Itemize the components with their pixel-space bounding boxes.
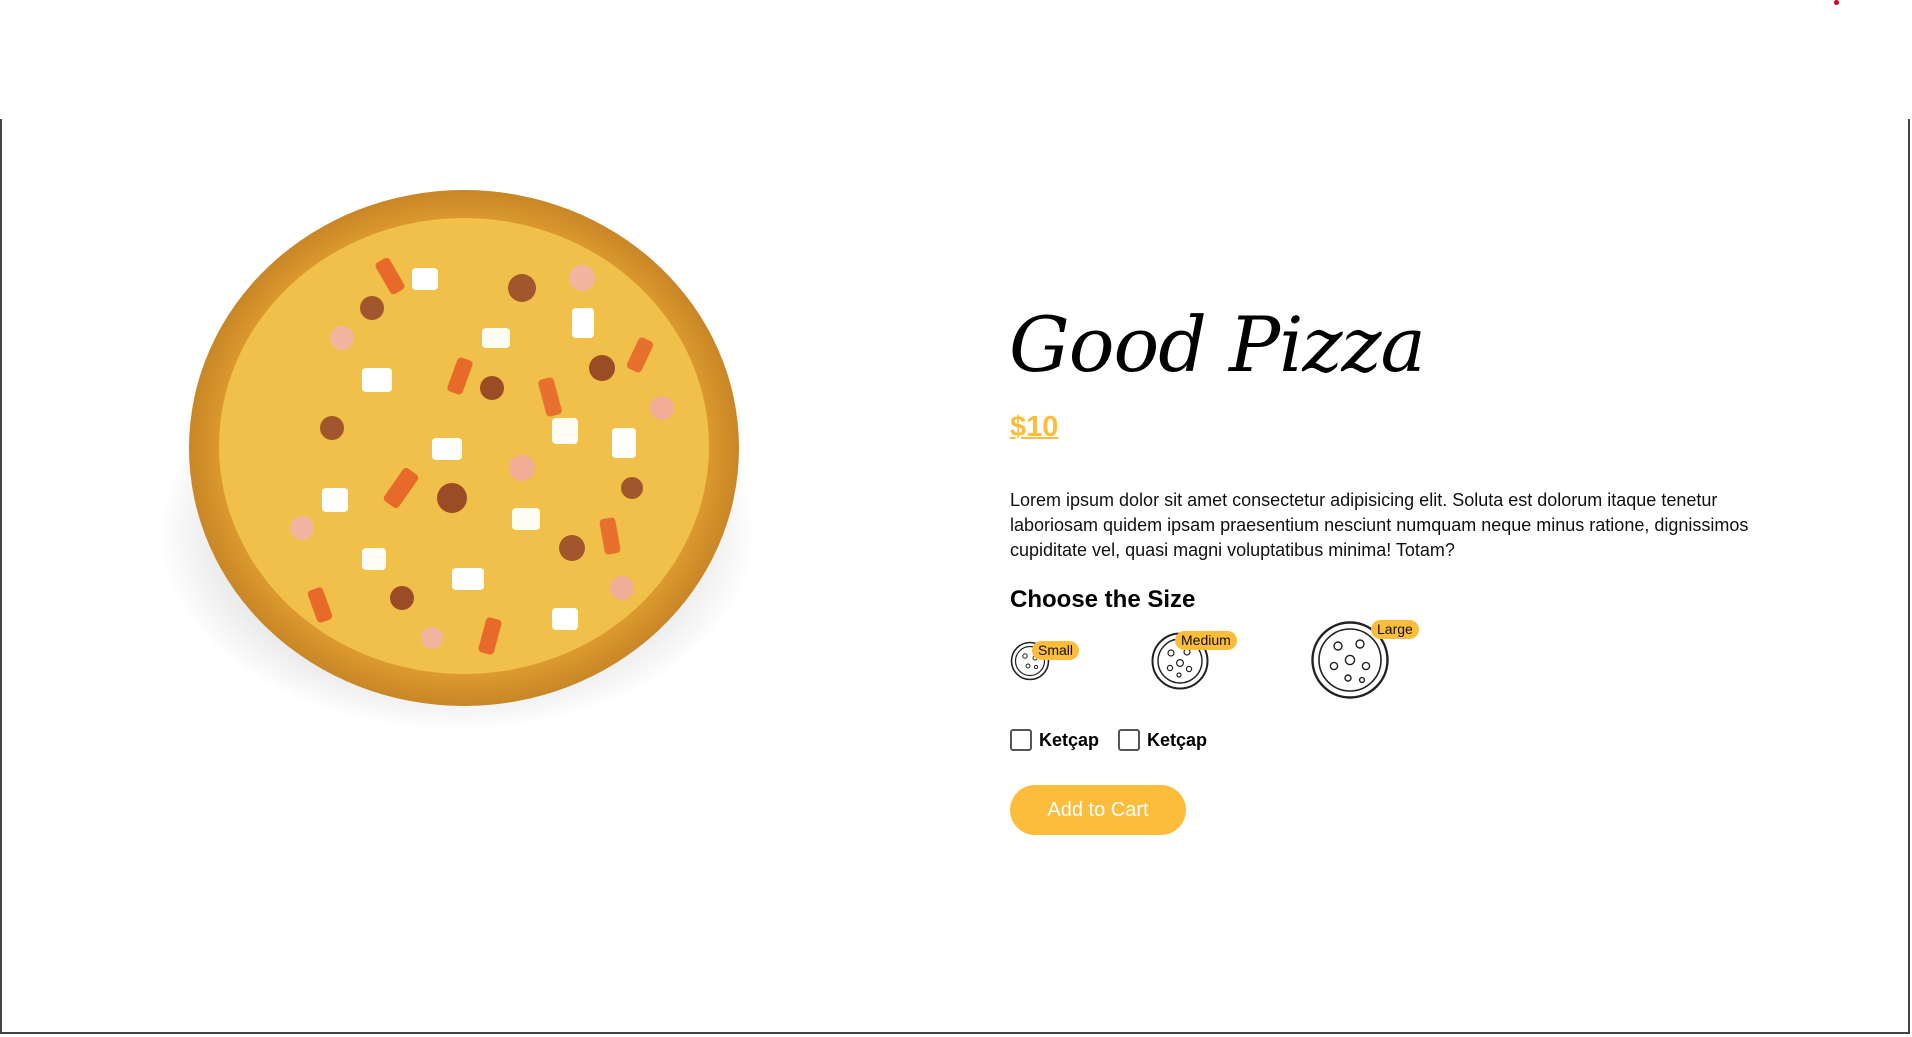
size-option-large[interactable]: Large bbox=[1310, 620, 1419, 700]
pizza-photo bbox=[189, 190, 739, 706]
size-label-medium: Medium bbox=[1175, 631, 1237, 650]
topping-checkbox-2[interactable] bbox=[1118, 729, 1140, 751]
notification-dot bbox=[1834, 0, 1839, 5]
size-heading: Choose the Size bbox=[1010, 586, 1196, 613]
top-bar bbox=[0, 0, 1912, 120]
product-title: Good Pizza bbox=[1009, 300, 1426, 389]
topping-checkbox-1[interactable] bbox=[1010, 729, 1032, 751]
product-image bbox=[152, 168, 759, 863]
topping-label-1: Ketçap bbox=[1039, 729, 1100, 750]
product-description: Lorem ipsum dolor sit amet consectetur a… bbox=[1010, 490, 1749, 560]
topping-option-1[interactable]: Ketçap bbox=[1010, 729, 1099, 751]
size-label-small: Small bbox=[1032, 641, 1080, 660]
add-to-cart-button[interactable]: Add to Cart bbox=[1010, 785, 1186, 835]
product-price: $10 bbox=[1010, 411, 1059, 443]
topping-label-2: Ketçap bbox=[1147, 729, 1208, 750]
topping-option-2[interactable]: Ketçap bbox=[1118, 729, 1207, 751]
size-option-medium[interactable]: Medium bbox=[1150, 631, 1237, 691]
size-label-large: Large bbox=[1371, 620, 1419, 639]
size-option-small[interactable]: Small bbox=[1010, 641, 1080, 681]
